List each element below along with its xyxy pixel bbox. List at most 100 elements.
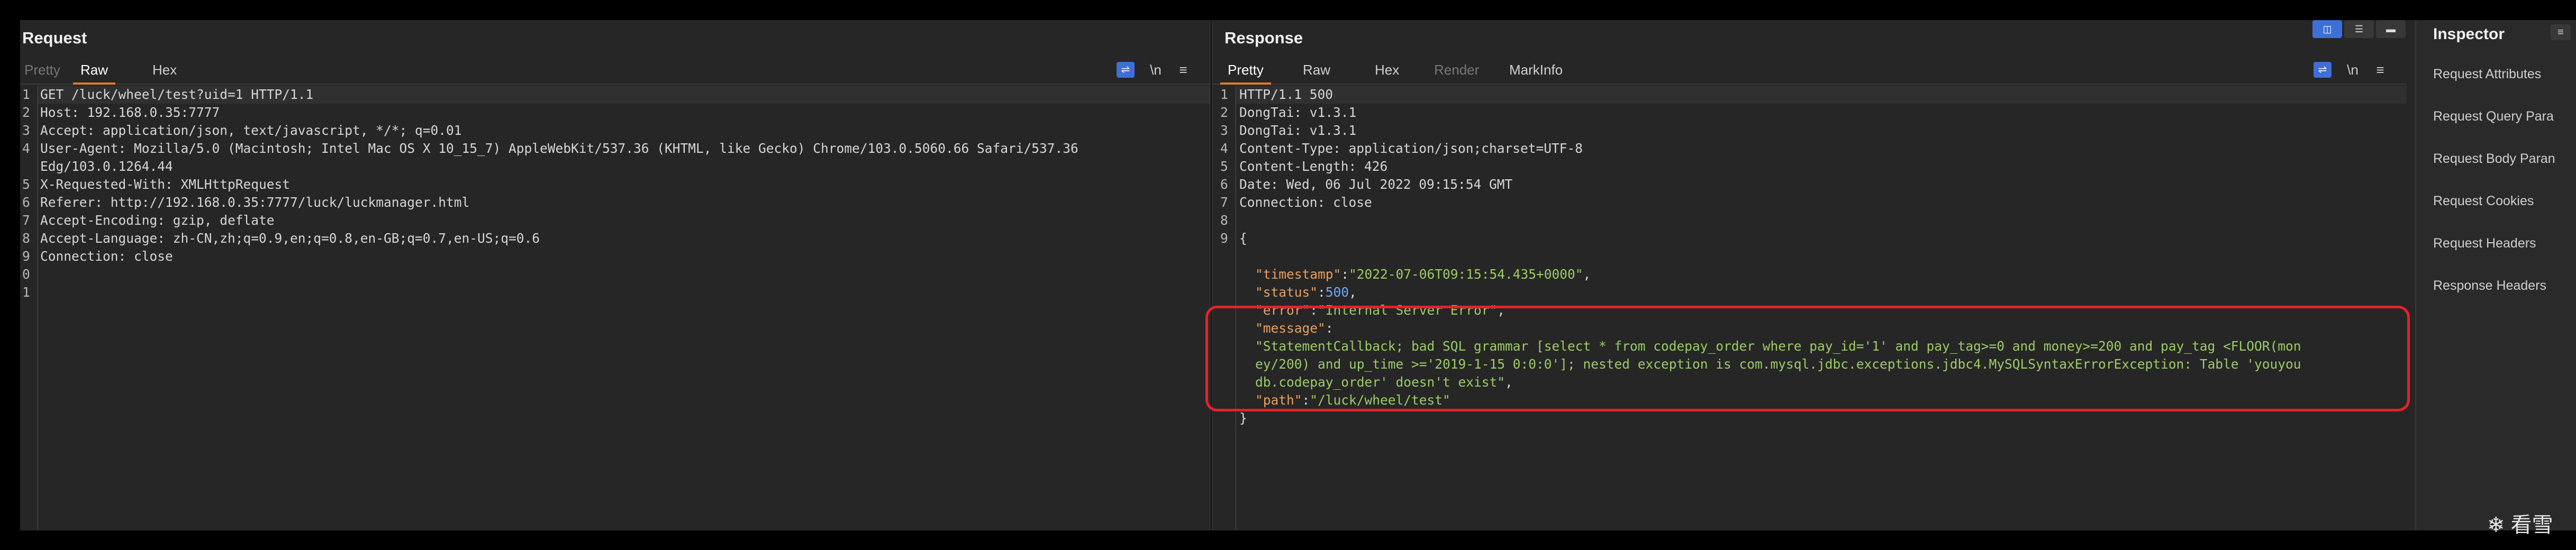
line-number: 5 bbox=[22, 177, 30, 192]
tab-response-markinfo[interactable]: MarkInfo bbox=[1509, 57, 1563, 82]
response-toolbar: ⇌ \n ≡ bbox=[2314, 60, 2403, 79]
request-panel: Request Pretty Raw Hex ⇌ \n ≡ 1 GET /luck… bbox=[20, 20, 1210, 530]
wrap-lines-icon[interactable]: ⇌ bbox=[2314, 62, 2332, 78]
line-number: 8 bbox=[1220, 213, 1228, 228]
request-line: 8 Accept-Language: zh-CN,zh;q=0.9,en;q=0.… bbox=[20, 230, 1210, 248]
inspector-item-request-headers[interactable]: Request Headers bbox=[2433, 236, 2536, 251]
error-highlight-box bbox=[1205, 306, 2410, 411]
request-tabs: Pretty Raw Hex ⇌ \n ≡ bbox=[20, 57, 1210, 85]
response-line: 4 Content-Type: application/json;charset=… bbox=[1213, 140, 2407, 158]
request-line: 6 Referer: http://192.168.0.35:7777/luck/… bbox=[20, 194, 1210, 212]
response-line: 1 HTTP/1.1 500 bbox=[1213, 86, 2407, 104]
response-line-text: Content-Length: 426 bbox=[1239, 159, 1388, 174]
tab-response-pretty[interactable]: Pretty bbox=[1220, 57, 1271, 85]
response-line-text: HTTP/1.1 500 bbox=[1239, 87, 1334, 102]
line-number: 9 bbox=[22, 249, 30, 264]
inspector-item-request-body-params[interactable]: Request Body Paran bbox=[2433, 151, 2555, 167]
line-number: 1 bbox=[1220, 87, 1228, 102]
response-title: Response bbox=[1224, 29, 1303, 47]
line-number: 0 bbox=[22, 267, 30, 282]
inspector-gap bbox=[2407, 20, 2415, 530]
inspector-panel: Inspector ≡ Request Attributes Request Q… bbox=[2415, 20, 2576, 530]
single-view-icon[interactable]: ▬ bbox=[2376, 20, 2406, 38]
response-line: 2 DongTai: v1.3.1 bbox=[1213, 104, 2407, 122]
response-line-text: Content-Type: application/json;charset=U… bbox=[1239, 141, 1583, 156]
response-line-text: DongTai: v1.3.1 bbox=[1239, 105, 1357, 120]
json-line-error: "error":"Internal Server Error", bbox=[1255, 302, 1505, 318]
request-line: 1 bbox=[20, 283, 1210, 301]
request-toolbar: ⇌ \n ≡ bbox=[1117, 60, 1207, 79]
watermark-logo: ❄ 看雪 bbox=[2487, 514, 2553, 537]
request-line: 9 Connection: close bbox=[20, 248, 1210, 265]
request-line: 0 bbox=[20, 265, 1210, 283]
split-vertical-icon[interactable]: ☰ bbox=[2344, 20, 2374, 38]
line-number: 7 bbox=[1220, 195, 1228, 210]
response-line: 7 Connection: close bbox=[1213, 194, 2407, 212]
request-line-text: Host: 192.168.0.35:7777 bbox=[40, 105, 220, 120]
response-line: 6 Date: Wed, 06 Jul 2022 09:15:54 GMT bbox=[1213, 176, 2407, 194]
line-number: 2 bbox=[1220, 105, 1228, 120]
response-line: 5 Content-Length: 426 bbox=[1213, 158, 2407, 176]
line-number: 1 bbox=[22, 87, 30, 102]
show-newlines-icon[interactable]: \n bbox=[1144, 60, 1167, 79]
response-panel: Response Pretty Raw Hex Render MarkInfo … bbox=[1213, 20, 2407, 530]
tab-request-raw[interactable]: Raw bbox=[73, 57, 116, 85]
tab-response-raw[interactable]: Raw bbox=[1303, 57, 1330, 82]
json-close-brace: } bbox=[1239, 410, 1247, 426]
response-line-text: Date: Wed, 06 Jul 2022 09:15:54 GMT bbox=[1239, 177, 1513, 192]
wrap-lines-icon[interactable]: ⇌ bbox=[1117, 62, 1135, 78]
tab-request-hex[interactable]: Hex bbox=[152, 57, 177, 82]
response-line: 3 DongTai: v1.3.1 bbox=[1213, 122, 2407, 140]
line-number: 5 bbox=[1220, 159, 1228, 174]
request-line: 7 Accept-Encoding: gzip, deflate bbox=[20, 212, 1210, 230]
response-line: 9{ bbox=[1213, 230, 2407, 248]
json-line-timestamp: "timestamp":"2022-07-06T09:15:54.435+000… bbox=[1255, 267, 1591, 282]
line-number: 6 bbox=[1220, 177, 1228, 192]
line-number: 8 bbox=[22, 231, 30, 246]
request-line: 4 User-Agent: Mozilla/5.0 (Macintosh; Int… bbox=[20, 140, 1210, 158]
request-line-text: Referer: http://192.168.0.35:7777/luck/l… bbox=[40, 195, 470, 210]
response-line-text: Connection: close bbox=[1239, 195, 1372, 210]
show-newlines-icon[interactable]: \n bbox=[2341, 60, 2364, 79]
response-tabs: Pretty Raw Hex Render MarkInfo ⇌ \n ≡ bbox=[1213, 57, 2407, 85]
inspector-item-request-attributes[interactable]: Request Attributes bbox=[2433, 67, 2541, 82]
tab-response-render[interactable]: Render bbox=[1434, 57, 1479, 82]
inspector-menu-icon[interactable]: ≡ bbox=[2551, 24, 2571, 40]
json-line-status: "status":500, bbox=[1255, 285, 1357, 300]
line-number: 6 bbox=[22, 195, 30, 210]
request-line: 1 GET /luck/wheel/test?uid=1 HTTP/1.1 bbox=[20, 86, 1210, 104]
response-menu-icon[interactable]: ≡ bbox=[2371, 60, 2390, 79]
line-number: 7 bbox=[22, 213, 30, 228]
request-line: 3 Accept: application/json, text/javascri… bbox=[20, 122, 1210, 140]
request-line: 5 X-Requested-With: XMLHttpRequest bbox=[20, 176, 1210, 194]
line-number: 9 bbox=[1220, 231, 1228, 246]
split-horizontal-icon[interactable]: ◫ bbox=[2312, 20, 2342, 38]
request-line-text: User-Agent: Mozilla/5.0 (Macintosh; Inte… bbox=[40, 141, 1078, 156]
response-line: 8 bbox=[1213, 212, 2407, 230]
line-number: 1 bbox=[22, 285, 30, 300]
inspector-item-request-cookies[interactable]: Request Cookies bbox=[2433, 194, 2534, 209]
tab-request-pretty[interactable]: Pretty bbox=[24, 57, 60, 82]
response-line-text: { bbox=[1239, 231, 1247, 246]
request-line-text: Accept-Encoding: gzip, deflate bbox=[40, 213, 275, 228]
request-line-text: Edg/103.0.1264.44 bbox=[40, 159, 173, 174]
request-menu-icon[interactable]: ≡ bbox=[1174, 60, 1193, 79]
request-line-text: GET /luck/wheel/test?uid=1 HTTP/1.1 bbox=[40, 87, 314, 102]
request-line-text: Connection: close bbox=[40, 249, 173, 264]
line-number: 2 bbox=[22, 105, 30, 120]
line-number: 4 bbox=[22, 141, 30, 156]
request-line: Edg/103.0.1264.44 bbox=[20, 158, 1210, 176]
request-line: 2 Host: 192.168.0.35:7777 bbox=[20, 104, 1210, 122]
inspector-title: Inspector bbox=[2433, 25, 2505, 43]
request-editor[interactable]: 1 GET /luck/wheel/test?uid=1 HTTP/1.1 2 Hos… bbox=[20, 86, 1210, 530]
tab-response-hex[interactable]: Hex bbox=[1375, 57, 1399, 82]
request-line-text: X-Requested-With: XMLHttpRequest bbox=[40, 177, 291, 192]
line-number: 3 bbox=[22, 123, 30, 138]
request-line-text: Accept-Language: zh-CN,zh;q=0.9,en;q=0.8… bbox=[40, 231, 540, 246]
inspector-item-response-headers[interactable]: Response Headers bbox=[2433, 278, 2546, 294]
inspector-item-request-query-params[interactable]: Request Query Para bbox=[2433, 109, 2554, 124]
burp-repeater-window: Request Pretty Raw Hex ⇌ \n ≡ 1 GET /luck… bbox=[20, 20, 2576, 530]
response-line-text: DongTai: v1.3.1 bbox=[1239, 123, 1357, 138]
request-title: Request bbox=[22, 29, 87, 47]
request-line-text: Accept: application/json, text/javascrip… bbox=[40, 123, 462, 138]
